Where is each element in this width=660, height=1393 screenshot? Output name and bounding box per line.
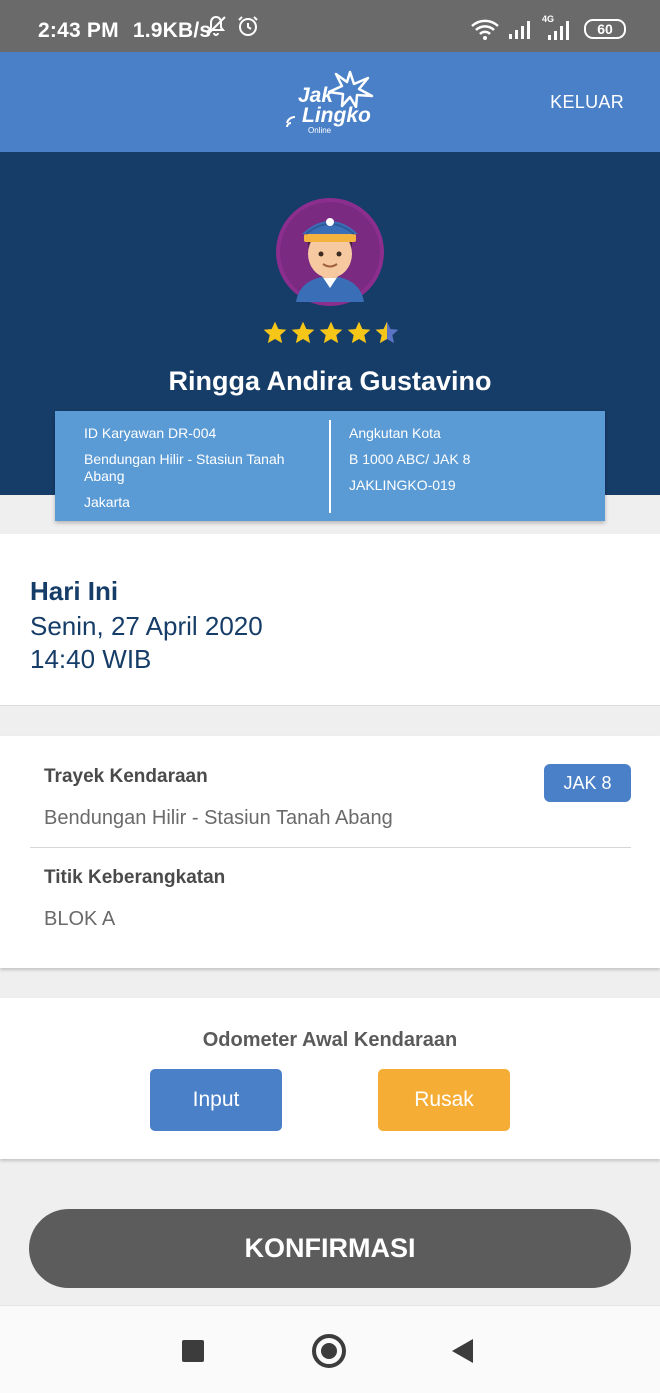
vehicle-plate: B 1000 ABC/ JAK 8 bbox=[349, 451, 471, 467]
star-full-icon bbox=[263, 321, 287, 344]
today-date: Senin, 27 April 2020 bbox=[30, 611, 263, 641]
jaklingko-logo: Jak Lingko Online bbox=[284, 70, 380, 136]
wifi-icon bbox=[471, 19, 499, 40]
back-icon[interactable] bbox=[452, 1339, 473, 1363]
status-bar: 2:43 PM 1.9KB/s 4G 60 bbox=[0, 0, 660, 52]
mute-bell-icon bbox=[206, 15, 226, 36]
signal-icon bbox=[509, 21, 530, 39]
signal-bars-icon bbox=[548, 21, 569, 40]
logo-subtext: Online bbox=[308, 126, 332, 135]
star-full-icon bbox=[319, 321, 343, 344]
battery-icon: 60 bbox=[584, 19, 626, 39]
driver-route: Bendungan Hilir - Stasiun Tanah Abang bbox=[84, 451, 285, 484]
system-nav-bar bbox=[0, 1305, 660, 1393]
driver-name: Ringga Andira Gustavino bbox=[168, 366, 492, 396]
recent-apps-icon[interactable] bbox=[182, 1340, 204, 1362]
odometer-section: Odometer Awal Kendaraan Input Rusak bbox=[0, 998, 660, 1159]
route-divider bbox=[30, 847, 631, 848]
star-full-icon bbox=[291, 321, 315, 344]
logout-button[interactable]: KELUAR bbox=[550, 92, 624, 113]
odometer-broken-button[interactable]: Rusak bbox=[378, 1069, 510, 1131]
screen: 2:43 PM 1.9KB/s 4G 60 Jak Lingko Online … bbox=[0, 0, 660, 1393]
today-time: 14:40 WIB bbox=[30, 644, 152, 674]
info-left-column: ID Karyawan DR-004 Bendungan Hilir - Sta… bbox=[84, 425, 324, 511]
today-section: Hari Ini Senin, 27 April 2020 14:40 WIB bbox=[0, 534, 660, 706]
signal-4g-icon: 4G bbox=[542, 14, 576, 40]
route-card: Trayek Kendaraan JAK 8 Bendungan Hilir -… bbox=[0, 736, 660, 968]
route-value: Bendungan Hilir - Stasiun Tanah Abang bbox=[44, 807, 393, 829]
star-full-icon bbox=[347, 321, 371, 344]
driver-info-card: ID Karyawan DR-004 Bendungan Hilir - Sta… bbox=[55, 411, 605, 521]
status-time: 2:43 PM bbox=[38, 19, 119, 42]
vehicle-type: Angkutan Kota bbox=[349, 425, 441, 441]
today-title: Hari Ini bbox=[30, 576, 119, 606]
app-bar: Jak Lingko Online KELUAR bbox=[0, 52, 660, 152]
odometer-input-button[interactable]: Input bbox=[150, 1069, 282, 1131]
status-right: 4G 60 bbox=[470, 14, 626, 40]
logo-star-icon bbox=[327, 70, 374, 108]
driver-avatar-icon bbox=[276, 198, 384, 306]
departure-label: Titik Keberangkatan bbox=[44, 867, 226, 888]
employee-id: ID Karyawan DR-004 bbox=[84, 425, 217, 441]
route-label: Trayek Kendaraan bbox=[44, 766, 208, 787]
alarm-icon bbox=[238, 16, 258, 36]
status-speed: 1.9KB/s bbox=[132, 19, 212, 42]
confirm-button[interactable]: KONFIRMASI bbox=[29, 1209, 631, 1288]
home-icon[interactable] bbox=[312, 1334, 346, 1368]
rating-stars bbox=[262, 320, 400, 346]
status-left: 2:43 PM 1.9KB/s bbox=[38, 19, 219, 43]
odometer-title: Odometer Awal Kendaraan bbox=[202, 1029, 458, 1051]
fleet-code: JAKLINGKO-019 bbox=[349, 477, 456, 493]
logo-text-2: Lingko bbox=[302, 104, 371, 127]
info-divider bbox=[329, 420, 331, 513]
battery-level: 60 bbox=[597, 21, 613, 37]
logo-wifi-icon bbox=[286, 116, 296, 128]
route-code-badge: JAK 8 bbox=[544, 764, 631, 802]
departure-value: BLOK A bbox=[44, 908, 116, 930]
info-right-column: Angkutan Kota B 1000 ABC/ JAK 8 JAKLINGK… bbox=[349, 425, 589, 494]
driver-city: Jakarta bbox=[84, 494, 130, 510]
star-half-icon bbox=[375, 321, 399, 344]
